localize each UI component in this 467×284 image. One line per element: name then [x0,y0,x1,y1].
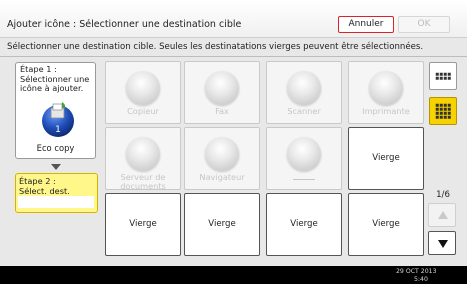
view-3x3-button[interactable] [429,62,457,90]
document-server-icon [126,137,160,171]
program-icon [287,137,321,171]
title-bar: Ajouter icône : Sélectionner une destina… [0,0,467,38]
tile-imprimante: Imprimante [348,61,424,124]
status-date: 29 OCT 2013 [396,268,437,275]
step2-panel: Étape 2 : Sélect. dest. [15,173,98,213]
tile-vierge[interactable]: Vierge [348,127,424,190]
tile-vierge[interactable]: Vierge [105,193,181,256]
status-bar: 29 OCT 2013 5:40 [0,266,467,284]
browser-function-icon [205,137,239,171]
tile-serveur-documents: Serveur de documents [105,127,181,191]
copier-function-icon [126,71,160,105]
divider [0,56,467,57]
cancel-button[interactable]: Annuler [338,16,394,33]
tile-scanner: Scanner [266,61,342,124]
page-indicator: 1/6 [436,190,450,200]
tile-navigateur: Navigateur [184,127,260,190]
ok-button[interactable]: OK [398,16,450,33]
svg-text:1: 1 [55,125,61,135]
step2-value-box [18,196,94,208]
instruction-text: Sélectionner une destination cible. Seul… [7,42,424,52]
arrow-down-icon [438,240,448,248]
step2-label: Étape 2 : Sélect. dest. [19,176,70,196]
tile-empty-program [266,127,342,190]
status-time: 5:40 [414,276,428,283]
tile-vierge[interactable]: Vierge [266,193,342,256]
printer-function-icon [369,71,403,105]
view-4x4-button[interactable] [429,97,457,125]
step1-caption: Eco copy [36,143,75,153]
scroll-up-button[interactable] [428,203,456,227]
tile-vierge[interactable]: Vierge [348,193,424,256]
arrow-down-icon [51,164,61,170]
empty-label-dash [293,179,315,180]
scroll-down-button[interactable] [428,231,456,255]
tile-vierge[interactable]: Vierge [184,193,260,256]
grid-3x3-icon [435,72,451,80]
tile-fax: Fax [184,61,260,124]
arrow-up-icon [438,211,448,219]
step1-panel: Étape 1 : Sélectionner une icône à ajout… [15,62,96,159]
step1-label: Étape 1 : Sélectionner une icône à ajout… [20,64,90,94]
eco-copy-icon: 1 [40,99,76,139]
scanner-function-icon [287,71,321,105]
grid-4x4-icon [435,103,451,119]
page-title: Ajouter icône : Sélectionner une destina… [7,19,242,30]
fax-function-icon [205,71,239,105]
tile-copieur: Copieur [105,61,181,124]
